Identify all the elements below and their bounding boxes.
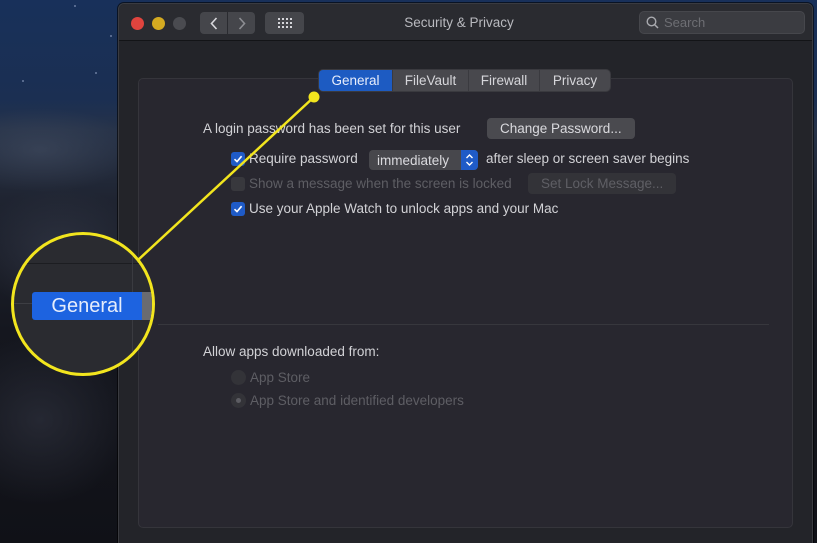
require-password-checkbox[interactable] [231, 152, 245, 166]
radio-selected-dot [236, 398, 241, 403]
back-button[interactable] [200, 12, 227, 34]
allow-apps-label: Allow apps downloaded from: [203, 344, 380, 359]
apple-watch-label: Use your Apple Watch to unlock apps and … [249, 201, 559, 216]
search-input[interactable] [664, 15, 794, 30]
tab-privacy[interactable]: Privacy [540, 70, 610, 91]
star [95, 72, 97, 74]
forward-button[interactable] [228, 12, 255, 34]
radio-app-store[interactable] [231, 370, 246, 385]
tab-firewall[interactable]: Firewall [469, 70, 540, 91]
star [22, 80, 24, 82]
zoom-window-button[interactable] [173, 17, 186, 30]
close-window-button[interactable] [131, 17, 144, 30]
delay-value: immediately [377, 152, 450, 168]
search-field[interactable] [639, 11, 805, 34]
window-title: Security & Privacy [404, 15, 514, 30]
star [74, 5, 76, 7]
tab-bar: General FileVault Firewall Privacy [319, 70, 610, 91]
show-message-label: Show a message when the screen is locked [249, 176, 512, 191]
grid-icon [277, 18, 292, 28]
checkmark-icon [233, 155, 243, 163]
require-password-suffix: after sleep or screen saver begins [486, 151, 690, 166]
radio-app-store-label: App Store [250, 370, 311, 385]
search-icon [646, 16, 659, 29]
login-password-label: A login password has been set for this u… [203, 121, 461, 136]
section-divider [158, 324, 769, 325]
change-password-button[interactable]: Change Password... [487, 118, 635, 139]
title-bar: Security & Privacy [119, 4, 812, 41]
security-privacy-window: Security & Privacy General FileVault Fir… [118, 3, 813, 543]
chevron-left-icon [209, 16, 217, 30]
up-down-arrows-icon [461, 150, 478, 170]
apple-watch-checkbox[interactable] [231, 202, 245, 216]
set-lock-message-button[interactable]: Set Lock Message... [528, 173, 677, 194]
star [110, 35, 112, 37]
magnifier-callout: General [11, 232, 155, 376]
show-message-checkbox[interactable] [231, 177, 245, 191]
radio-app-store-identified[interactable] [231, 393, 246, 408]
checkmark-icon [233, 205, 243, 213]
settings-panel [138, 78, 793, 528]
minimize-window-button[interactable] [152, 17, 165, 30]
show-all-button[interactable] [265, 12, 304, 34]
tab-filevault[interactable]: FileVault [393, 70, 469, 91]
tab-general[interactable]: General [319, 70, 393, 91]
radio-app-store-identified-label: App Store and identified developers [250, 393, 464, 408]
magnified-next-tab [142, 292, 152, 320]
require-password-delay-select[interactable]: immediately [369, 150, 478, 170]
require-password-label: Require password [249, 151, 358, 166]
magnified-general-tab: General [32, 292, 142, 320]
chevron-right-icon [238, 16, 246, 30]
